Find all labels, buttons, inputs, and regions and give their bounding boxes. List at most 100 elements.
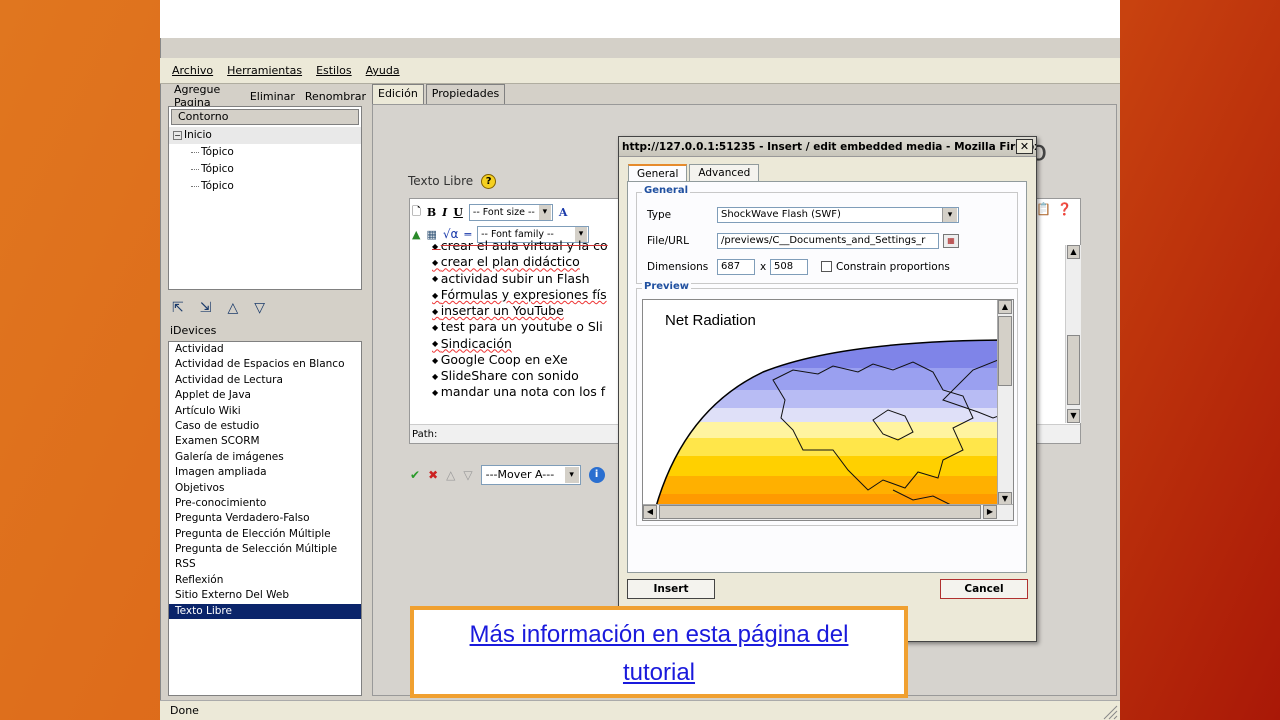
font-size-select[interactable]: -- Font size -- (468, 203, 553, 221)
idevice-item[interactable]: Sitio Externo Del Web (169, 588, 361, 603)
idevice-item[interactable]: Examen SCORM (169, 434, 361, 449)
idevice-item[interactable]: Pregunta Verdadero-Falso (169, 511, 361, 526)
image-icon[interactable]: ▲ (412, 228, 420, 241)
idevice-item[interactable]: Pre-conocimiento (169, 496, 361, 511)
new-document-icon[interactable]: 🗋 (412, 203, 421, 222)
text-color-icon[interactable]: A (559, 206, 568, 219)
idevice-item[interactable]: Imagen ampliada (169, 465, 361, 480)
move-down-icon[interactable]: ▽ (463, 468, 472, 482)
underline-button[interactable]: U (453, 206, 463, 219)
help-circle-icon[interactable]: ❓ (1057, 202, 1072, 216)
scroll-right-icon[interactable]: ▶ (983, 505, 997, 519)
bold-button[interactable]: B (427, 206, 436, 219)
help-icon[interactable]: ? (481, 174, 497, 189)
tutorial-link-line-1[interactable]: Más información en esta página del (470, 621, 849, 648)
scroll-thumb[interactable] (659, 505, 981, 519)
collapse-icon[interactable]: − (173, 130, 182, 140)
scroll-thumb[interactable] (1067, 335, 1080, 405)
file-url-input[interactable]: /previews/C__Documents_and_Settings_r (717, 233, 939, 249)
net-radiation-map (654, 339, 1013, 511)
delete-button[interactable]: Eliminar (250, 90, 295, 103)
width-input[interactable]: 687 (717, 259, 755, 275)
insert-button[interactable]: Insert (627, 579, 715, 599)
idevice-item[interactable]: Applet de Java (169, 388, 361, 403)
preview-vertical-scrollbar[interactable]: ▲ ▼ (997, 300, 1013, 506)
tutorial-link-line-2[interactable]: tutorial (623, 659, 695, 686)
idevice-item[interactable]: Pregunta de Selección Múltiple (169, 542, 361, 557)
tree-node-inicio[interactable]: − Inicio (169, 127, 361, 144)
dimensions-label: Dimensions (647, 261, 709, 273)
menu-herramientas[interactable]: Herramientas (227, 64, 302, 77)
preview-horizontal-scrollbar[interactable]: ◀ ▶ (643, 504, 1013, 520)
menu-estilos[interactable]: Estilos (316, 64, 352, 77)
move-down-icon[interactable]: ▽ (254, 300, 265, 316)
paste-icon[interactable]: 📋 (1036, 202, 1051, 216)
list-item: SlideShare con sonido (432, 368, 617, 384)
idevices-list: Actividad Actividad de Espacios en Blanc… (168, 341, 362, 696)
tree-node-topic[interactable]: Tópico (169, 178, 361, 195)
menu-archivo[interactable]: Archivo (172, 64, 213, 77)
rte-toolbar-row-1: 🗋 B I U -- Font size -- A (412, 202, 567, 222)
list-item: insertar un YouTube (432, 303, 617, 319)
outline-toolbar: Agregue Pagina Eliminar Renombrar (166, 83, 366, 109)
list-item: actividad subir un Flash (432, 271, 617, 287)
demote-icon[interactable]: ⇲ (200, 300, 212, 316)
idevice-item[interactable]: Caso de estudio (169, 419, 361, 434)
rte-scrollbar[interactable]: ▲ ▼ (1065, 245, 1081, 423)
outline-header: Contorno (171, 109, 359, 125)
italic-button[interactable]: I (442, 206, 447, 219)
rename-button[interactable]: Renombrar (305, 90, 366, 103)
general-legend: General (642, 185, 690, 196)
promote-icon[interactable]: ⇱ (172, 300, 184, 316)
apply-check-icon[interactable]: ✔ (410, 468, 420, 482)
general-fieldset: General Type ShockWave Flash (SWF) File/… (636, 185, 1018, 284)
tab-advanced[interactable]: Advanced (689, 164, 760, 182)
rte-toolbar-right-icons: 📋 ❓ (1036, 202, 1072, 216)
close-icon[interactable]: ✕ (1016, 139, 1033, 154)
constrain-checkbox[interactable] (821, 261, 832, 272)
idevice-item[interactable]: Galería de imágenes (169, 450, 361, 465)
tree-node-label: Inicio (184, 129, 212, 141)
editor-tabs: Edición Propiedades (372, 84, 506, 104)
move-to-select[interactable]: ---Mover A--- (480, 465, 581, 485)
height-input[interactable]: 508 (770, 259, 808, 275)
idevice-item[interactable]: Actividad de Espacios en Blanco (169, 357, 361, 372)
type-label: Type (647, 209, 672, 221)
list-item: crear el aula virtual y la co (432, 238, 617, 254)
tree-node-topic[interactable]: Tópico (169, 161, 361, 178)
scroll-down-icon[interactable]: ▼ (1067, 409, 1080, 423)
idevice-item[interactable]: Reflexión (169, 573, 361, 588)
scroll-left-icon[interactable]: ◀ (643, 505, 657, 519)
menu-ayuda[interactable]: Ayuda (366, 64, 400, 77)
tab-propiedades[interactable]: Propiedades (425, 84, 506, 104)
idevice-item[interactable]: RSS (169, 557, 361, 572)
idevice-item[interactable]: Actividad de Lectura (169, 373, 361, 388)
list-item: Fórmulas y expresiones fís (432, 287, 617, 303)
tab-edicion[interactable]: Edición (372, 84, 424, 104)
preview-chart-title: Net Radiation (665, 312, 756, 329)
scroll-thumb[interactable] (998, 316, 1012, 386)
move-up-icon[interactable]: △ (227, 300, 238, 316)
tree-node-topic[interactable]: Tópico (169, 144, 361, 161)
media-preview[interactable]: Net Radiation ▲ ▼ ◀ ▶ (642, 299, 1014, 521)
delete-x-icon[interactable]: ✖ (428, 468, 438, 482)
resize-grip-icon[interactable] (1100, 702, 1118, 720)
info-icon[interactable]: i (588, 467, 605, 483)
file-url-label: File/URL (647, 235, 689, 247)
status-bar: Done (160, 700, 1120, 720)
scroll-up-icon[interactable]: ▲ (1067, 245, 1080, 259)
idevice-item[interactable]: Objetivos (169, 481, 361, 496)
cancel-button[interactable]: Cancel (940, 579, 1028, 599)
idevice-item[interactable]: Artículo Wiki (169, 404, 361, 419)
idevice-action-bar: ✔ ✖ △ ▽ ---Mover A--- i (410, 464, 605, 486)
idevice-item[interactable]: Pregunta de Elección Múltiple (169, 527, 361, 542)
browse-icon[interactable]: ▦ (943, 234, 959, 248)
scroll-up-icon[interactable]: ▲ (998, 300, 1012, 314)
type-select[interactable]: ShockWave Flash (SWF) (717, 207, 959, 223)
tab-general[interactable]: General (628, 164, 688, 182)
idevice-item[interactable]: Actividad (169, 342, 361, 357)
list-item: Sindicación (432, 336, 617, 352)
idevice-item-selected[interactable]: Texto Libre (169, 603, 361, 620)
move-up-icon[interactable]: △ (446, 468, 455, 482)
list-item: test para un youtube o Sli (432, 319, 617, 335)
